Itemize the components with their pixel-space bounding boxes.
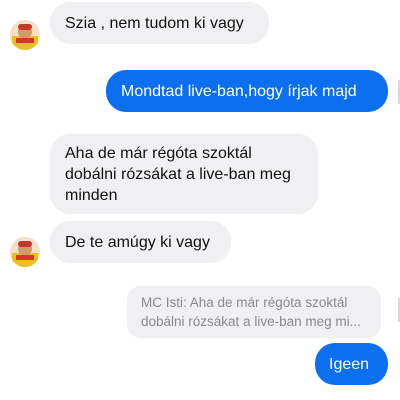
- chat-thread: Szia , nem tudom ki vagy Mondtad live-ba…: [0, 0, 400, 400]
- message-bubble-incoming[interactable]: Aha de már régóta szoktál dobálni rózsák…: [50, 134, 318, 214]
- contact-avatar-icon[interactable]: [10, 20, 40, 50]
- contact-avatar-icon[interactable]: [10, 237, 40, 267]
- reply-message-bubble[interactable]: Igeen: [315, 343, 388, 385]
- quoted-reply-preview[interactable]: MC Isti: Aha de már régóta szoktál dobál…: [127, 286, 381, 338]
- message-bubble-outgoing[interactable]: Mondtad live-ban,hogy írjak majd: [106, 70, 388, 112]
- message-bubble-incoming[interactable]: De te amúgy ki vagy: [50, 221, 231, 263]
- message-bubble-incoming[interactable]: Szia , nem tudom ki vagy: [50, 2, 269, 44]
